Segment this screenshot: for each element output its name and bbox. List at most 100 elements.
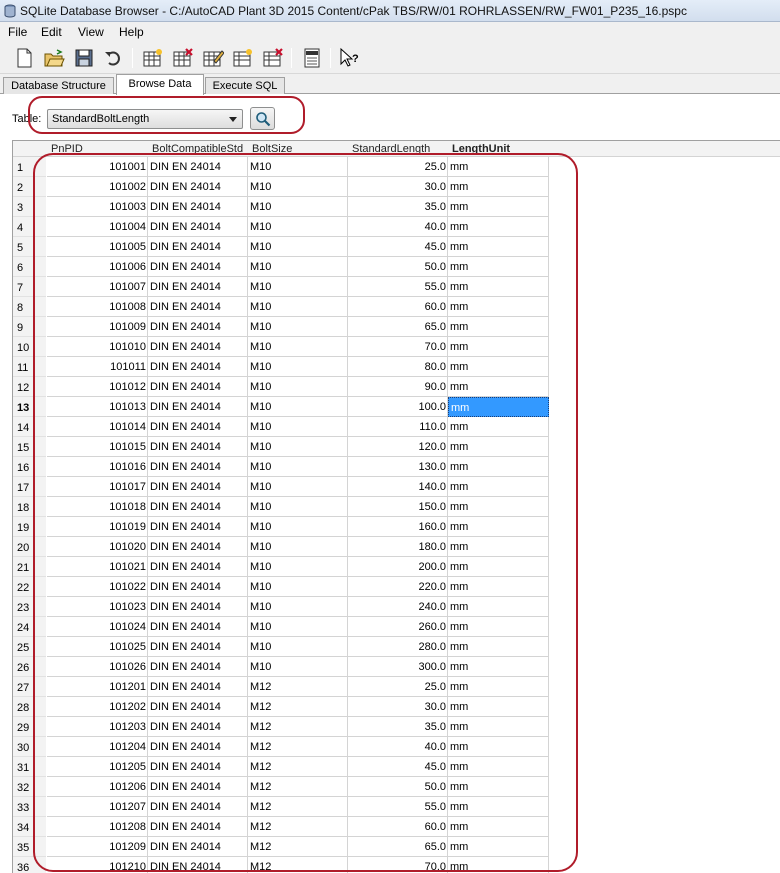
cell-boltcompatiblestd[interactable]: DIN EN 24014: [148, 317, 248, 337]
cell-pnpid[interactable]: 101014: [47, 417, 148, 437]
cell-lengthunit[interactable]: mm: [448, 477, 549, 497]
table-row[interactable]: 14 101014 DIN EN 24014 M10 110.0 mm: [13, 417, 549, 437]
create-index-icon[interactable]: [231, 46, 255, 70]
table-row[interactable]: 22 101022 DIN EN 24014 M10 220.0 mm: [13, 577, 549, 597]
row-number[interactable]: 22: [13, 577, 46, 597]
cell-boltcompatiblestd[interactable]: DIN EN 24014: [148, 577, 248, 597]
cell-boltsize[interactable]: M10: [248, 237, 348, 257]
cell-boltsize[interactable]: M10: [248, 557, 348, 577]
data-grid[interactable]: PnPID BoltCompatibleStd BoltSize Standar…: [12, 140, 780, 873]
cell-pnpid[interactable]: 101202: [47, 697, 148, 717]
cell-lengthunit[interactable]: mm: [448, 437, 549, 457]
cell-standardlength[interactable]: 130.0: [348, 457, 448, 477]
cell-pnpid[interactable]: 101004: [47, 217, 148, 237]
cell-boltsize[interactable]: M10: [248, 617, 348, 637]
cell-pnpid[interactable]: 101001: [47, 157, 148, 177]
table-row[interactable]: 26 101026 DIN EN 24014 M10 300.0 mm: [13, 657, 549, 677]
cell-boltsize[interactable]: M12: [248, 757, 348, 777]
cell-standardlength[interactable]: 50.0: [348, 777, 448, 797]
table-row[interactable]: 11 101011 DIN EN 24014 M10 80.0 mm: [13, 357, 549, 377]
cell-standardlength[interactable]: 280.0: [348, 637, 448, 657]
cell-lengthunit[interactable]: mm: [448, 677, 549, 697]
table-row[interactable]: 25 101025 DIN EN 24014 M10 280.0 mm: [13, 637, 549, 657]
row-number[interactable]: 28: [13, 697, 46, 717]
cell-pnpid[interactable]: 101006: [47, 257, 148, 277]
cell-pnpid[interactable]: 101022: [47, 577, 148, 597]
cell-lengthunit[interactable]: mm: [448, 837, 549, 857]
cell-boltsize[interactable]: M12: [248, 797, 348, 817]
cell-pnpid[interactable]: 101023: [47, 597, 148, 617]
cell-boltsize[interactable]: M10: [248, 157, 348, 177]
row-number[interactable]: 11: [13, 357, 46, 377]
row-number[interactable]: 14: [13, 417, 46, 437]
table-row[interactable]: 27 101201 DIN EN 24014 M12 25.0 mm: [13, 677, 549, 697]
sql-log-icon[interactable]: [300, 46, 324, 70]
table-row[interactable]: 9 101009 DIN EN 24014 M10 65.0 mm: [13, 317, 549, 337]
cell-boltcompatiblestd[interactable]: DIN EN 24014: [148, 477, 248, 497]
cell-boltsize[interactable]: M10: [248, 377, 348, 397]
row-number[interactable]: 27: [13, 677, 46, 697]
cell-lengthunit[interactable]: mm: [448, 317, 549, 337]
cell-boltsize[interactable]: M10: [248, 637, 348, 657]
row-number[interactable]: 17: [13, 477, 46, 497]
cell-lengthunit[interactable]: mm: [448, 777, 549, 797]
row-number[interactable]: 30: [13, 737, 46, 757]
cell-standardlength[interactable]: 80.0: [348, 357, 448, 377]
cell-boltcompatiblestd[interactable]: DIN EN 24014: [148, 157, 248, 177]
column-header-boltsize[interactable]: BoltSize: [248, 141, 348, 157]
tab-database-structure[interactable]: Database Structure: [3, 77, 114, 94]
cell-boltsize[interactable]: M10: [248, 257, 348, 277]
cell-boltcompatiblestd[interactable]: DIN EN 24014: [148, 497, 248, 517]
column-header-boltcompatiblestd[interactable]: BoltCompatibleStd: [148, 141, 248, 157]
menu-file[interactable]: File: [8, 25, 27, 39]
cell-standardlength[interactable]: 25.0: [348, 677, 448, 697]
table-row[interactable]: 31 101205 DIN EN 24014 M12 45.0 mm: [13, 757, 549, 777]
row-number[interactable]: 21: [13, 557, 46, 577]
cell-standardlength[interactable]: 55.0: [348, 797, 448, 817]
table-row[interactable]: 15 101015 DIN EN 24014 M10 120.0 mm: [13, 437, 549, 457]
cell-standardlength[interactable]: 150.0: [348, 497, 448, 517]
table-select[interactable]: StandardBoltLength: [47, 109, 243, 129]
cell-standardlength[interactable]: 220.0: [348, 577, 448, 597]
cell-pnpid[interactable]: 101024: [47, 617, 148, 637]
cell-standardlength[interactable]: 25.0: [348, 157, 448, 177]
row-number[interactable]: 18: [13, 497, 46, 517]
cell-standardlength[interactable]: 30.0: [348, 697, 448, 717]
cell-boltsize[interactable]: M12: [248, 817, 348, 837]
table-row[interactable]: 34 101208 DIN EN 24014 M12 60.0 mm: [13, 817, 549, 837]
cell-boltcompatiblestd[interactable]: DIN EN 24014: [148, 857, 248, 873]
cell-boltsize[interactable]: M10: [248, 297, 348, 317]
delete-index-icon[interactable]: [261, 46, 285, 70]
save-icon[interactable]: [72, 46, 96, 70]
cell-boltsize[interactable]: M10: [248, 537, 348, 557]
cell-standardlength[interactable]: 110.0: [348, 417, 448, 437]
row-number[interactable]: 13: [13, 397, 46, 417]
row-number[interactable]: 32: [13, 777, 46, 797]
cell-lengthunit[interactable]: mm: [448, 177, 549, 197]
cell-standardlength[interactable]: 65.0: [348, 837, 448, 857]
table-row[interactable]: 23 101023 DIN EN 24014 M10 240.0 mm: [13, 597, 549, 617]
cell-lengthunit[interactable]: mm: [448, 237, 549, 257]
cell-pnpid[interactable]: 101026: [47, 657, 148, 677]
table-row[interactable]: 20 101020 DIN EN 24014 M10 180.0 mm: [13, 537, 549, 557]
cell-boltsize[interactable]: M10: [248, 577, 348, 597]
cell-standardlength[interactable]: 180.0: [348, 537, 448, 557]
cell-standardlength[interactable]: 30.0: [348, 177, 448, 197]
table-row[interactable]: 5 101005 DIN EN 24014 M10 45.0 mm: [13, 237, 549, 257]
cell-pnpid[interactable]: 101003: [47, 197, 148, 217]
cell-standardlength[interactable]: 300.0: [348, 657, 448, 677]
table-row[interactable]: 7 101007 DIN EN 24014 M10 55.0 mm: [13, 277, 549, 297]
table-row[interactable]: 21 101021 DIN EN 24014 M10 200.0 mm: [13, 557, 549, 577]
cell-standardlength[interactable]: 70.0: [348, 857, 448, 873]
table-row[interactable]: 33 101207 DIN EN 24014 M12 55.0 mm: [13, 797, 549, 817]
cell-boltcompatiblestd[interactable]: DIN EN 24014: [148, 397, 248, 417]
cell-standardlength[interactable]: 140.0: [348, 477, 448, 497]
row-number[interactable]: 19: [13, 517, 46, 537]
cell-boltsize[interactable]: M10: [248, 457, 348, 477]
cell-boltcompatiblestd[interactable]: DIN EN 24014: [148, 817, 248, 837]
cell-lengthunit[interactable]: mm: [448, 697, 549, 717]
cell-pnpid[interactable]: 101017: [47, 477, 148, 497]
cell-lengthunit[interactable]: mm: [448, 617, 549, 637]
table-row[interactable]: 4 101004 DIN EN 24014 M10 40.0 mm: [13, 217, 549, 237]
table-row[interactable]: 17 101017 DIN EN 24014 M10 140.0 mm: [13, 477, 549, 497]
